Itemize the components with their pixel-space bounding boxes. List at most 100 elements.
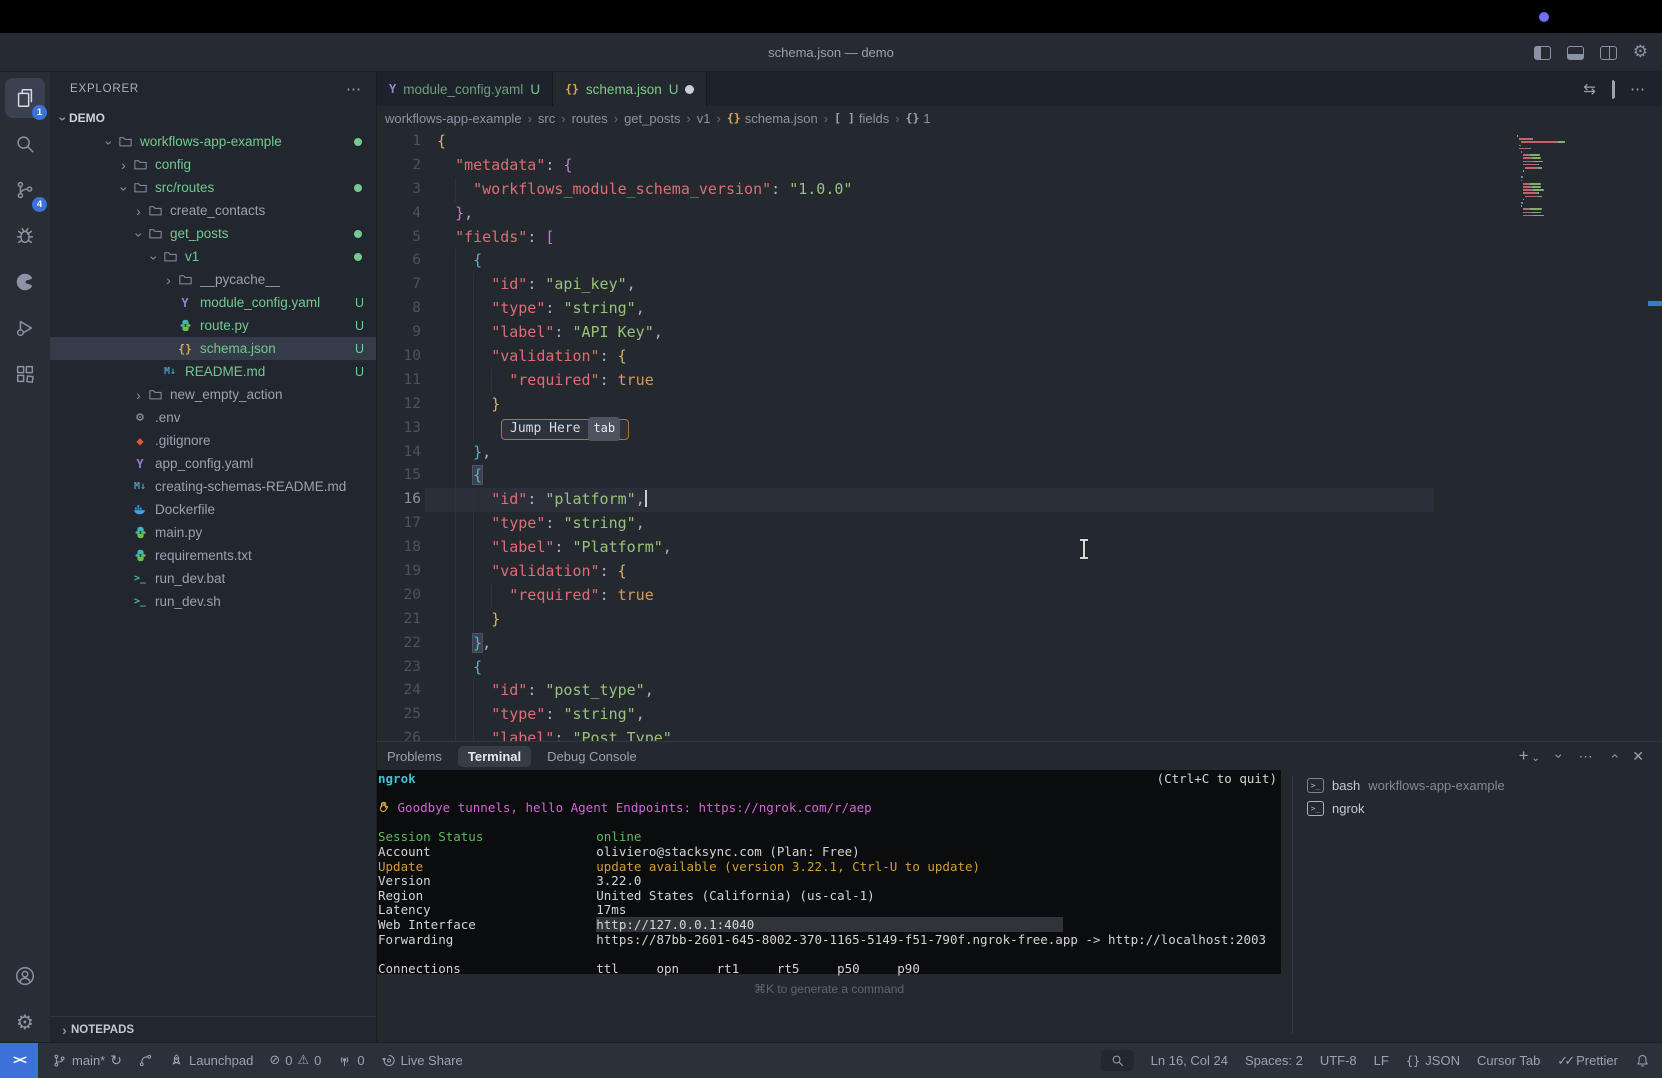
code-line-25[interactable]: 25 "type": "string", <box>377 703 1662 727</box>
chevron-down-icon[interactable]: › <box>1557 748 1562 764</box>
panel-tab-Terminal[interactable]: Terminal <box>458 746 531 767</box>
activity-run-and-debug-run-debug-icon[interactable] <box>5 308 45 348</box>
more-icon[interactable]: ⋯ <box>1579 748 1594 765</box>
code-line-20[interactable]: 20 "required": true <box>377 584 1662 608</box>
status-encoding[interactable]: UTF-8 <box>1320 1053 1357 1068</box>
breadcrumb-item-get_posts[interactable]: get_posts <box>624 111 680 126</box>
activity-debug-bug-icon[interactable] <box>5 216 45 256</box>
tree-item-config[interactable]: ›config <box>50 153 376 176</box>
tree-item-schema.json[interactable]: {}schema.jsonU <box>50 337 376 360</box>
breadcrumb-item-fields[interactable]: [ ]fields <box>834 111 889 126</box>
status-indentation[interactable]: Spaces: 2 <box>1245 1053 1303 1068</box>
activity-explorer-files-icon[interactable]: 1 <box>5 78 45 118</box>
tree-item-.gitignore[interactable]: ◆.gitignore <box>50 429 376 452</box>
activity-extension-circle-circle-cut-icon[interactable] <box>5 262 45 302</box>
chevron-up-icon[interactable]: › <box>1611 748 1616 764</box>
tree-item-.env[interactable]: ⚙.env <box>50 406 376 429</box>
breadcrumb-item-1[interactable]: {}1 <box>906 111 931 126</box>
panel-tab-Debug Console[interactable]: Debug Console <box>537 746 647 767</box>
status-cursor-tab[interactable]: Cursor Tab <box>1477 1053 1540 1068</box>
layout-sidebar-right-icon[interactable] <box>1600 46 1617 60</box>
code-line-22[interactable]: 22 }, <box>377 632 1662 656</box>
jump-here-hint[interactable]: Jump Here tab <box>501 419 629 440</box>
code-line-6[interactable]: 6 { <box>377 249 1662 273</box>
breadcrumb-item-workflows-app-example[interactable]: workflows-app-example <box>385 111 522 126</box>
code-line-9[interactable]: 9 "label": "API Key", <box>377 321 1662 345</box>
layout-sidebar-left-icon[interactable] <box>1534 46 1551 60</box>
workspace-section-header[interactable]: › DEMO <box>50 106 376 130</box>
status-formatter[interactable]: ✓✓Prettier <box>1557 1053 1618 1069</box>
tree-item-workflows-app-example[interactable]: ›workflows-app-example <box>50 130 376 153</box>
remote-indicator[interactable]: >< <box>0 1043 38 1078</box>
code-line-23[interactable]: 23 { <box>377 656 1662 680</box>
tree-item-__pycache__[interactable]: ›__pycache__ <box>50 268 376 291</box>
code-line-17[interactable]: 17 "type": "string", <box>377 512 1662 536</box>
status-search-toggle[interactable] <box>1101 1050 1134 1071</box>
breadcrumb-item-schema.json[interactable]: {}schema.json <box>727 111 818 126</box>
status-language-mode[interactable]: {}JSON <box>1406 1053 1460 1068</box>
code-line-19[interactable]: 19 "validation": { <box>377 560 1662 584</box>
terminal-output[interactable]: ngrok(Ctrl+C to quit) Goodbye tunnels, h… <box>377 770 1281 974</box>
close-icon[interactable]: ✕ <box>1632 748 1644 765</box>
code-line-11[interactable]: 11 "required": true <box>377 369 1662 393</box>
status-problems[interactable]: ⊘0⚠0 <box>269 1053 321 1068</box>
notepads-section-header[interactable]: › NOTEPADS <box>50 1016 376 1042</box>
code-line-5[interactable]: 5 "fields": [ <box>377 226 1662 250</box>
compare-icon[interactable]: ⇆ <box>1583 80 1596 98</box>
breadcrumb-item-src[interactable]: src <box>538 111 555 126</box>
split-editor-icon[interactable] <box>1612 81 1614 98</box>
code-line-15[interactable]: 15 { <box>377 464 1662 488</box>
status-git-graph[interactable] <box>138 1053 153 1068</box>
tree-item-module_config.yaml[interactable]: Ymodule_config.yamlU <box>50 291 376 314</box>
scrollbar-indicator[interactable] <box>1648 301 1662 306</box>
layout-panel-icon[interactable] <box>1567 46 1584 60</box>
tree-item-src/routes[interactable]: ›src/routes <box>50 176 376 199</box>
code-line-7[interactable]: 7 "id": "api_key", <box>377 273 1662 297</box>
code-line-12[interactable]: 12 } <box>377 393 1662 417</box>
activity-search-search-icon[interactable] <box>5 124 45 164</box>
more-icon[interactable]: ⋯ <box>1630 80 1646 98</box>
explorer-more-icon[interactable]: ⋯ <box>346 80 362 98</box>
activity-source-control-source-control-icon[interactable]: 4 <box>5 170 45 210</box>
breadcrumb[interactable]: workflows-app-example›src›routes›get_pos… <box>377 106 1662 130</box>
status-live-share[interactable]: Live Share <box>381 1053 463 1068</box>
breadcrumb-item-v1[interactable]: v1 <box>697 111 711 126</box>
new-terminal-icon[interactable]: +⌄ <box>1519 746 1540 766</box>
status-ports[interactable]: 0 <box>337 1053 364 1068</box>
tree-item-run_dev.bat[interactable]: >_run_dev.bat <box>50 567 376 590</box>
code-editor[interactable]: 1{2 "metadata": {3 "workflows_module_sch… <box>377 130 1662 741</box>
code-line-14[interactable]: 14 }, <box>377 441 1662 465</box>
activity-settings-gear-icon[interactable]: ⚙ <box>5 1002 45 1042</box>
customize-layout-gear-icon[interactable]: ⚙ <box>1633 44 1648 61</box>
tree-item-requirements.txt[interactable]: requirements.txt <box>50 544 376 567</box>
tab-schema.json[interactable]: {} schema.json U <box>553 72 707 106</box>
code-line-10[interactable]: 10 "validation": { <box>377 345 1662 369</box>
activity-accounts-account-icon[interactable] <box>5 956 45 996</box>
dirty-indicator-dot[interactable] <box>685 85 694 94</box>
tree-item-run_dev.sh[interactable]: >_run_dev.sh <box>50 590 376 613</box>
tree-item-main.py[interactable]: main.py <box>50 521 376 544</box>
tree-item-v1[interactable]: ›v1 <box>50 245 376 268</box>
tree-item-route.py[interactable]: route.pyU <box>50 314 376 337</box>
code-line-1[interactable]: 1{ <box>377 130 1662 154</box>
code-line-26[interactable]: 26 "label": "Post Type" <box>377 727 1662 741</box>
code-line-2[interactable]: 2 "metadata": { <box>377 154 1662 178</box>
tree-item-README.md[interactable]: M↓README.mdU <box>50 360 376 383</box>
status-branch[interactable]: main*↻ <box>52 1053 122 1069</box>
breadcrumb-item-routes[interactable]: routes <box>572 111 608 126</box>
code-line-8[interactable]: 8 "type": "string", <box>377 297 1662 321</box>
code-line-16[interactable]: 16 "id": "platform", <box>377 488 1662 512</box>
tab-module_config.yaml[interactable]: Y module_config.yaml U <box>377 72 553 106</box>
tree-item-Dockerfile[interactable]: Dockerfile <box>50 498 376 521</box>
status-notifications[interactable] <box>1635 1053 1650 1068</box>
code-line-24[interactable]: 24 "id": "post_type", <box>377 679 1662 703</box>
code-line-4[interactable]: 4 }, <box>377 202 1662 226</box>
status-launchpad[interactable]: Launchpad <box>169 1053 253 1068</box>
terminal-instance-ngrok[interactable]: >_ ngrok <box>1301 797 1662 820</box>
code-line-13[interactable]: 13 Jump Here tab <box>377 417 1662 441</box>
code-line-3[interactable]: 3 "workflows_module_schema_version": "1.… <box>377 178 1662 202</box>
code-line-18[interactable]: 18 "label": "Platform", <box>377 536 1662 560</box>
code-line-21[interactable]: 21 } <box>377 608 1662 632</box>
terminal-instance-bash[interactable]: >_ bashworkflows-app-example <box>1301 774 1662 797</box>
tree-item-app_config.yaml[interactable]: Yapp_config.yaml <box>50 452 376 475</box>
